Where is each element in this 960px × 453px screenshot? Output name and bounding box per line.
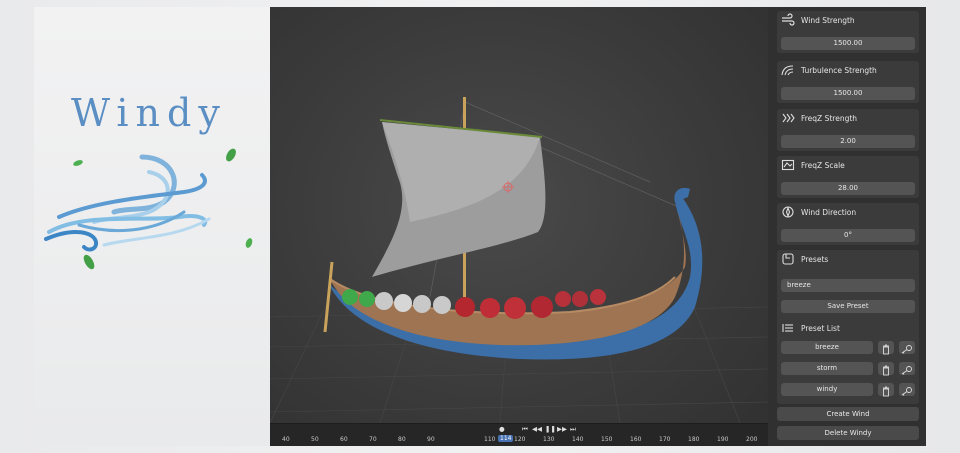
turbulence-icon bbox=[781, 65, 794, 76]
delete-preset-windy[interactable] bbox=[878, 383, 894, 397]
turbulence-label: Turbulence Strength bbox=[801, 65, 877, 75]
frame-tick: 170 bbox=[659, 436, 671, 443]
turbulence-field[interactable]: 1500.00 bbox=[781, 87, 915, 100]
preset-list-label: Preset List bbox=[801, 323, 840, 333]
frame-tick: 130 bbox=[543, 436, 555, 443]
leaf-icon bbox=[245, 238, 253, 248]
step-forward-icon[interactable]: ▶▶ bbox=[557, 425, 567, 433]
key-icon bbox=[901, 366, 912, 375]
leaf-icon bbox=[73, 160, 83, 166]
frame-tick: 60 bbox=[340, 436, 348, 443]
wind-strength-field[interactable]: 1500.00 bbox=[781, 37, 915, 50]
leaf-icon bbox=[226, 148, 236, 162]
freqz-scale-label: FreqZ Scale bbox=[801, 160, 845, 170]
logo-panel: Windy bbox=[34, 7, 270, 446]
turbulence-section: Turbulence Strength 1500.00 bbox=[777, 61, 919, 103]
frame-tick: 50 bbox=[311, 436, 319, 443]
preset-item-storm[interactable]: storm bbox=[781, 362, 873, 375]
leaf-icon bbox=[83, 254, 95, 270]
wind-logo-icon bbox=[44, 148, 253, 270]
wind-direction-section: Wind Direction 0° bbox=[777, 203, 919, 245]
jump-start-icon[interactable]: ⏮ bbox=[522, 425, 528, 434]
frame-tick: 110 bbox=[484, 436, 496, 443]
save-preset-button[interactable]: Save Preset bbox=[781, 300, 915, 313]
freqz-scale-field[interactable]: 28.00 bbox=[781, 182, 915, 195]
wind-strength-section: Wind Strength 1500.00 bbox=[777, 11, 919, 53]
freqz-strength-section: FreqZ Strength 2.00 bbox=[777, 109, 919, 151]
wind-direction-field[interactable]: 0° bbox=[781, 229, 915, 242]
frame-tick: 180 bbox=[688, 436, 700, 443]
preset-item-windy[interactable]: windy bbox=[781, 383, 873, 396]
trash-icon bbox=[883, 344, 889, 355]
chevrons-icon bbox=[782, 113, 795, 123]
frame-tick: 140 bbox=[572, 436, 584, 443]
wind-icon bbox=[782, 13, 795, 26]
preset-name-input[interactable]: breeze bbox=[781, 279, 915, 292]
frame-tick: 40 bbox=[282, 436, 290, 443]
load-preset-windy[interactable] bbox=[899, 383, 915, 396]
trash-icon bbox=[883, 365, 889, 376]
frame-tick: 90 bbox=[427, 436, 435, 443]
freqz-strength-field[interactable]: 2.00 bbox=[781, 135, 915, 148]
viking-ship-model bbox=[270, 97, 768, 423]
preset-item-breeze[interactable]: breeze bbox=[781, 341, 873, 354]
load-preset-breeze[interactable] bbox=[899, 341, 915, 354]
frame-tick: 160 bbox=[630, 436, 642, 443]
preset-icon bbox=[782, 253, 794, 265]
delete-preset-breeze[interactable] bbox=[878, 341, 894, 355]
frame-tick: 80 bbox=[398, 436, 406, 443]
frame-tick: 120 bbox=[514, 436, 526, 443]
compass-icon bbox=[782, 206, 794, 218]
wind-direction-label: Wind Direction bbox=[801, 207, 857, 217]
presets-label: Presets bbox=[801, 254, 829, 264]
current-frame-indicator[interactable]: 114 bbox=[498, 435, 514, 442]
freqz-scale-section: FreqZ Scale 28.00 bbox=[777, 156, 919, 198]
presets-section: Presets breeze Save Preset Preset List b… bbox=[777, 250, 919, 404]
3d-viewport[interactable]: ● ⏮ ◀◀ ❚❚ ▶▶ ⏭ 40 50 60 70 80 90 110 120 130 140 1… bbox=[270, 7, 768, 446]
keyframe-dot-icon: ● bbox=[499, 425, 505, 433]
list-icon bbox=[782, 324, 793, 332]
key-icon bbox=[901, 345, 912, 354]
step-back-icon[interactable]: ◀◀ bbox=[532, 425, 542, 433]
frame-tick: 200 bbox=[746, 436, 758, 443]
key-icon bbox=[901, 387, 912, 396]
frame-tick: 190 bbox=[717, 436, 729, 443]
app-window: Windy ● ⏮ ◀◀ ❚❚ ▶▶ ⏭ 40 50 60 70 80 90 1… bbox=[34, 7, 926, 446]
scale-icon bbox=[781, 159, 795, 171]
pause-icon[interactable]: ❚❚ bbox=[545, 425, 556, 433]
delete-windy-button[interactable]: Delete Windy bbox=[777, 426, 919, 440]
wind-settings-panel: Wind Strength 1500.00 Turbulence Strengt… bbox=[768, 7, 926, 446]
delete-preset-storm[interactable] bbox=[878, 362, 894, 376]
timeline[interactable]: ● ⏮ ◀◀ ❚❚ ▶▶ ⏭ 40 50 60 70 80 90 110 120 130 140 1… bbox=[270, 423, 768, 446]
jump-end-icon[interactable]: ⏭ bbox=[570, 425, 576, 434]
load-preset-storm[interactable] bbox=[899, 362, 915, 375]
wind-strength-label: Wind Strength bbox=[801, 15, 855, 25]
frame-tick: 150 bbox=[601, 436, 613, 443]
trash-icon bbox=[883, 386, 889, 397]
create-wind-button[interactable]: Create Wind bbox=[777, 407, 919, 421]
freqz-strength-label: FreqZ Strength bbox=[801, 113, 858, 123]
frame-tick: 70 bbox=[369, 436, 377, 443]
